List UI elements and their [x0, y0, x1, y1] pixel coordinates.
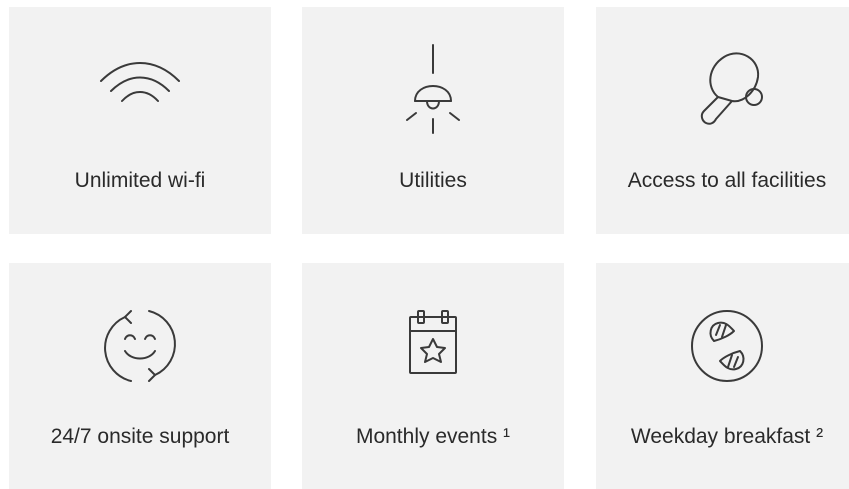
amenity-card-events: Monthly events ¹ — [302, 263, 564, 489]
amenity-label: Utilities — [399, 169, 467, 192]
amenity-card-support: 24/7 onsite support — [9, 263, 271, 489]
amenity-label: Weekday breakfast ² — [630, 425, 824, 448]
ping-pong-icon — [700, 52, 763, 125]
amenity-card-utilities: Utilities — [302, 7, 564, 234]
amenity-label: 24/7 onsite support — [50, 425, 230, 448]
amenity-card-facilities: Access to all facilities — [596, 7, 849, 234]
amenity-label: Monthly events ¹ — [355, 425, 511, 448]
amenity-card-wifi: Unlimited wi-fi — [9, 7, 271, 234]
wifi-icon — [100, 62, 180, 102]
smiley-refresh-icon — [104, 310, 176, 382]
amenity-card-breakfast: Weekday breakfast ² — [596, 263, 849, 489]
croissant-icon — [691, 310, 763, 382]
amenity-label: Unlimited wi-fi — [74, 169, 206, 192]
lamp-icon — [406, 44, 460, 134]
calendar-star-icon — [409, 310, 457, 374]
amenity-label: Access to all facilities — [627, 169, 827, 192]
